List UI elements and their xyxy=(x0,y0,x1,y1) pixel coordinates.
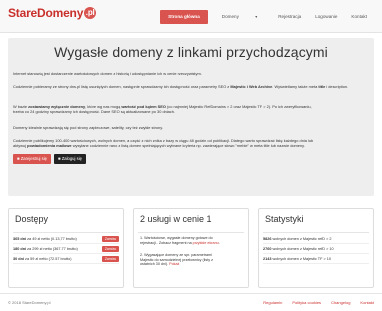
order-button[interactable]: Zamów xyxy=(101,236,119,242)
p3-text4: trzeba co 24 godziny sprawdzamy ich dost… xyxy=(13,109,175,114)
stat-text: 2760 wolnych domen z Majestic refD > 10 xyxy=(263,245,334,254)
p3-text3: (co najmniej Majestic RefDomains > 2 ora… xyxy=(165,104,312,109)
divider xyxy=(263,232,369,233)
site-logo[interactable]: StareDomeny .pl xyxy=(8,6,97,20)
stat-row: 2143 wolnych domen z Majestic TF > 10 xyxy=(263,255,369,264)
stat-row: 2760 wolnych domen z Majestic refD > 10 xyxy=(263,245,369,254)
nav-domeny-label: Domeny xyxy=(221,14,239,19)
price-period: 180 dni xyxy=(13,246,27,251)
stats-panel: Statystyki 5826 wolnych domen z Majestic… xyxy=(258,208,374,288)
service-1-line1: 1. Wartościowe, wygasłe domeny gotowe do xyxy=(140,236,213,240)
service-item-2: 2. Wygasające domeny ze spr. parametrami… xyxy=(140,253,242,267)
p2-sources: Majestic i Web Archive xyxy=(230,84,273,89)
price-row: 180 dni za 299 zł netto (367.77 brutto) … xyxy=(13,245,119,254)
main-menu: Strona główna Domeny ▾ Rejestracja Logow… xyxy=(160,10,374,24)
services-panel: 2 usługi w cenie 1 1. Wartościowe, wygas… xyxy=(133,208,249,288)
hero-paragraph-notify: Codziennie publikujemy 100-400 wartościo… xyxy=(13,138,369,148)
order-button[interactable]: Zamów xyxy=(101,256,119,262)
logo-text: StareDomeny xyxy=(8,6,84,20)
price-row: 30 dni za 59 zł netto (72.57 brutto) Zam… xyxy=(13,255,119,264)
price-period: 365 dni xyxy=(13,236,27,241)
stat-text: 2143 wolnych domen z Majestic TF > 10 xyxy=(263,255,331,264)
nav-logowanie[interactable]: Logowanie xyxy=(308,12,344,22)
copyright: © 2018 StareDomeny.pl xyxy=(8,300,51,305)
p2-text: Codziennie pobieramy ze strony dns.pl li… xyxy=(13,84,231,89)
nav-home[interactable]: Strona główna xyxy=(160,10,208,24)
footer: © 2018 StareDomeny.pl Regulamin Polityka… xyxy=(0,293,382,311)
p2-text3: i description. xyxy=(325,84,349,89)
service-2-line1: 2. Wygasające domeny ze spr. parametrami xyxy=(140,253,212,257)
price-amount: za 59 zł netto (72.57 brutto) xyxy=(23,256,72,261)
price-text: 180 dni za 299 zł netto (367.77 brutto) xyxy=(13,245,78,254)
login-button-label: Zaloguj się xyxy=(61,156,82,161)
nav-domeny[interactable]: Domeny ▾ xyxy=(208,12,271,22)
chevron-down-icon: ▾ xyxy=(255,14,258,19)
pricing-panel: Dostępy 365 dni za 49 zł netto (0.13,77 … xyxy=(8,208,124,288)
price-period: 30 dni xyxy=(13,256,24,261)
price-text: 365 dni za 49 zł netto (0.13,77 brutto) xyxy=(13,235,77,244)
footer-link-kontakt[interactable]: Kontakt xyxy=(360,300,374,305)
nav-kontakt[interactable]: Kontakt xyxy=(344,12,374,22)
services-title: 2 usługi w cenie 1 xyxy=(140,214,212,224)
footer-link-changelog[interactable]: Changelog xyxy=(331,300,350,305)
service-2-line2: Majestic do samodzielnej przełownicy (li… xyxy=(140,257,213,262)
divider xyxy=(138,232,244,233)
stat-label: wolnych domen z Majestic refD > 2 xyxy=(271,236,332,241)
hero-paragraph-sources: Codziennie pobieramy ze strony dns.pl li… xyxy=(13,84,369,89)
show-link[interactable]: Pokaż xyxy=(169,262,179,266)
pricing-title: Dostępy xyxy=(15,214,49,224)
price-amount: za 299 zł netto (367.77 brutto) xyxy=(26,246,78,251)
p5-bold: powiadomienia mailowe xyxy=(27,143,72,148)
stats-title: Statystyki xyxy=(265,214,304,224)
service-2-line3: ostatnich 30 dni). xyxy=(140,262,170,267)
stat-text: 5826 wolnych domen z Majestic refD > 2 xyxy=(263,235,332,244)
p5-text2: aktywuj xyxy=(13,143,28,148)
divider xyxy=(13,232,119,233)
hero-paragraph-criteria: W bazie zostawiamy wyłącznie domeny, któ… xyxy=(13,104,369,114)
register-button[interactable]: ■ Zarejestruj się xyxy=(13,154,51,164)
footer-link-regulamin[interactable]: Regulamin xyxy=(263,300,282,305)
stat-label: wolnych domen z Majestic refD > 10 xyxy=(271,246,334,251)
price-amount: za 49 zł netto (0.13,77 brutto) xyxy=(26,236,77,241)
hero-paragraph-usage: Domeny idealnie sprawdzają się pod stron… xyxy=(13,125,163,130)
navbar: StareDomeny .pl Strona główna Domeny ▾ Re… xyxy=(0,0,382,33)
hero-panel: Wygasłe domeny z linkami przychodzącymi … xyxy=(8,38,374,196)
hero-buttons: ■ Zarejestruj się ■ Zaloguj się xyxy=(13,154,86,164)
register-button-label: Zarejestruj się xyxy=(20,156,47,161)
stat-label: wolnych domen z Majestic TF > 10 xyxy=(271,256,332,261)
price-row: 365 dni za 49 zł netto (0.13,77 brutto) … xyxy=(13,235,119,244)
footer-links: Regulamin Polityka cookies Changelog Kon… xyxy=(263,300,374,305)
order-button[interactable]: Zamów xyxy=(101,246,119,252)
service-1-line2: rejestracji.. Zobacz fragment na xyxy=(140,240,193,245)
nav-rejestracja[interactable]: Rejestracja xyxy=(271,12,308,22)
screenshot-link[interactable]: przykłde ekranu xyxy=(193,241,219,245)
p5-text3: wysyłane codziennie rano z listą domen s… xyxy=(71,143,305,148)
footer-link-cookies[interactable]: Polityka cookies xyxy=(292,300,321,305)
service-1-end: . xyxy=(218,240,220,245)
service-item-1: 1. Wartościowe, wygasłe domeny gotowe do… xyxy=(140,236,242,245)
p2-text2: . Wyświetlamy także meta xyxy=(272,84,319,89)
stat-row: 5826 wolnych domen z Majestic refD > 2 xyxy=(263,235,369,244)
login-button[interactable]: ■ Zaloguj się xyxy=(54,154,86,164)
hero-intro: Internet stanowią jest dostarczenie wart… xyxy=(13,71,202,76)
price-text: 30 dni za 59 zł netto (72.57 brutto) xyxy=(13,255,71,264)
hero-title: Wygasłe domeny z linkami przychodzącymi xyxy=(54,44,328,60)
logo-badge: .pl xyxy=(84,7,97,19)
